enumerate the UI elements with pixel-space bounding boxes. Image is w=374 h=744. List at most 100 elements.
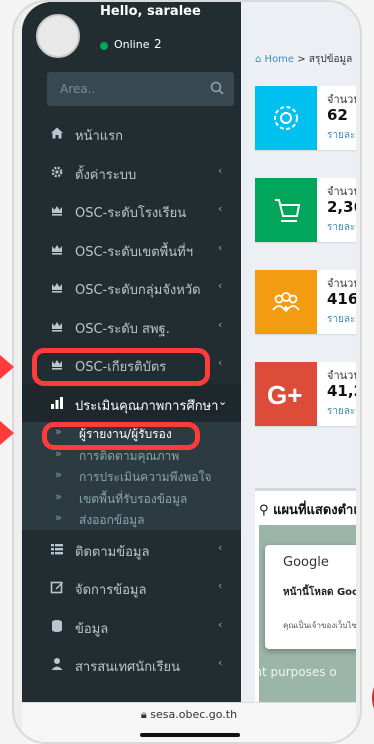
sidebar-item-quality-assessment[interactable]: ประเมินคุณภาพการศึกษา ⌄ xyxy=(22,383,241,422)
chevron-left-icon: ‹ xyxy=(218,279,223,292)
info-box: จำนวน 416, รายละเ xyxy=(255,270,356,334)
info-box-link[interactable]: รายละเ xyxy=(327,220,356,235)
browser-url-bar[interactable]: 🔒︎ sesa.obec.go.th xyxy=(22,702,356,742)
submenu-item-satisfaction[interactable]: » การประเมินความพึงพอใจ xyxy=(22,465,241,487)
map-title: ⚲ แผนที่แสดงตำแ xyxy=(259,503,356,518)
user-status: Online xyxy=(114,38,150,51)
pointer-arrow-icon xyxy=(0,421,14,445)
cart-icon xyxy=(275,199,301,222)
sidebar-item-home[interactable]: หน้าแรก xyxy=(22,114,241,153)
sidebar-item-label: จัดการข้อมูล xyxy=(75,583,147,598)
edit-icon xyxy=(50,581,63,594)
screenshot-stage: Hello, saralee Online 2 Area.. หน้าแรก ต… xyxy=(0,0,374,744)
breadcrumb-home[interactable]: ⌂ Home xyxy=(255,54,297,65)
info-box-value: 62 xyxy=(327,106,348,124)
chevron-left-icon: ‹ xyxy=(218,202,223,215)
info-box-link[interactable]: รายละเ xyxy=(327,312,356,327)
url-text: 🔒︎ sesa.obec.go.th xyxy=(140,708,238,721)
pointer-arrow-icon xyxy=(0,355,14,379)
sidebar-item-label: ติดตามข้อมูล xyxy=(75,544,150,560)
highlight-ring xyxy=(32,348,210,386)
sidebar-item-osc-province[interactable]: OSC-ระดับกลุ่มจังหวัด ‹ xyxy=(22,268,241,307)
user-icon xyxy=(51,658,63,670)
chevron-left-icon: ‹ xyxy=(218,317,223,331)
map-watermark: ent purposes o xyxy=(259,665,337,679)
sidebar-item-label: OSC-ระดับโรงเรียน xyxy=(75,206,187,221)
google-logo: Google xyxy=(283,555,329,570)
user-greeting: Hello, saralee xyxy=(100,4,201,19)
breadcrumb: ⌂ Home > สรุปข้อมูล xyxy=(255,52,352,67)
info-box: จำนวน 62 รายละเ xyxy=(255,86,356,150)
sidebar-item-osc-obec[interactable]: OSC-ระดับ สพฐ. ‹ xyxy=(22,307,241,346)
map-pin-icon: ⚲ xyxy=(259,503,269,518)
chevron-left-icon: ‹ xyxy=(218,579,223,592)
info-box-value: 41,2 xyxy=(327,382,356,400)
sidebar-menu: หน้าแรก ตั้งค่าระบบ ‹ OSC-ระดับโรงเรียน … xyxy=(22,114,241,684)
list-icon xyxy=(51,543,63,554)
sidebar-item-tracking[interactable]: ติดตามข้อมูล ‹ xyxy=(22,530,241,569)
info-box-value: 416, xyxy=(327,290,356,308)
user-panel: Hello, saralee Online 2 xyxy=(22,2,241,66)
dialog-owner-question: คุณเป็นเจ้าของเว็บไซ xyxy=(283,621,356,630)
info-box-icon xyxy=(255,86,317,150)
info-box-icon xyxy=(255,178,317,242)
breadcrumb-current: สรุปข้อมูล xyxy=(308,54,353,65)
info-box: G+ จำนวน 41,2 รายละเ xyxy=(255,362,356,426)
sidebar-item-label: หน้าแรก xyxy=(75,129,123,144)
phone-frame: Hello, saralee Online 2 Area.. หน้าแรก ต… xyxy=(12,0,362,744)
map-view[interactable]: Google หน้านี้โหลด Goog คุณเป็นเจ้าของเว… xyxy=(259,525,356,702)
info-box-icon: G+ xyxy=(255,362,317,426)
search-icon[interactable] xyxy=(210,81,224,95)
submenu-item-export[interactable]: » ส่งออกข้อมูล xyxy=(22,508,241,530)
double-chevron-icon: » xyxy=(55,468,62,481)
search-input[interactable]: Area.. xyxy=(60,82,95,96)
sidebar-item-label: OSC-ระดับ สพฐ. xyxy=(75,321,170,337)
info-box-link[interactable]: รายละเ xyxy=(327,128,356,143)
dialog-message: หน้านี้โหลด Goog xyxy=(283,587,356,598)
double-chevron-icon: » xyxy=(55,489,62,503)
database-icon xyxy=(52,619,62,632)
sidebar-item-settings[interactable]: ตั้งค่าระบบ ‹ xyxy=(22,153,241,192)
sidebar-item-label: ตั้งค่าระบบ xyxy=(75,167,137,183)
chevron-left-icon: ‹ xyxy=(218,240,223,254)
home-icon xyxy=(51,127,63,139)
submenu-item-label: เขตพื้นที่รับรองข้อมูล xyxy=(79,491,188,506)
breadcrumb-separator: > xyxy=(297,54,306,65)
sidebar-item-data[interactable]: ข้อมูล ‹ xyxy=(22,607,241,646)
chevron-down-icon: ⌄ xyxy=(218,394,228,408)
google-plus-icon: G+ xyxy=(267,380,302,410)
users-icon xyxy=(272,292,300,313)
submenu-item-label: การประเมินความพึงพอใจ xyxy=(79,470,212,484)
sidebar-item-label: OSC-ระดับกลุ่มจังหวัด xyxy=(75,283,201,298)
sidebar-item-osc-school[interactable]: OSC-ระดับโรงเรียน ‹ xyxy=(22,191,241,230)
lock-icon: 🔒︎ xyxy=(140,708,147,721)
submenu-item-area-certify[interactable]: » เขตพื้นที่รับรองข้อมูล xyxy=(22,487,241,509)
gear-icon xyxy=(274,106,298,130)
sidebar-item-student-info[interactable]: สารสนเทศนักเรียน ‹ xyxy=(22,645,241,684)
sidebar-item-label: ข้อมูล xyxy=(75,621,109,637)
double-chevron-icon: » xyxy=(55,511,62,524)
sidebar-item-manage[interactable]: จัดการข้อมูล ‹ xyxy=(22,568,241,607)
info-box: จำนวน 2,36 รายละเ xyxy=(255,178,356,242)
chevron-left-icon: ‹ xyxy=(218,656,223,669)
crown-icon xyxy=(52,206,62,216)
submenu-item-label: ส่งออกข้อมูล xyxy=(79,513,145,527)
info-box-icon xyxy=(255,270,317,334)
chevron-left-icon: ‹ xyxy=(218,163,223,177)
crown-icon xyxy=(52,244,62,255)
map-panel: ⚲ แผนที่แสดงตำแ Google หน้านี้โหลด Goog … xyxy=(255,488,356,702)
svg-text:G+: G+ xyxy=(267,380,302,410)
chevron-left-icon: ‹ xyxy=(218,540,223,554)
phone-screen: Hello, saralee Online 2 Area.. หน้าแรก ต… xyxy=(22,2,356,702)
online-count: 2 xyxy=(154,37,162,51)
home-icon: ⌂ xyxy=(255,54,262,65)
gear-icon xyxy=(51,166,63,177)
highlight-ring xyxy=(42,422,200,450)
chevron-left-icon: ‹ xyxy=(218,356,223,369)
sidebar-item-label: ประเมินคุณภาพการศึกษา xyxy=(75,398,219,414)
sidebar-item-osc-area[interactable]: OSC-ระดับเขตพื้นที่ฯ ‹ xyxy=(22,230,241,269)
info-box-link[interactable]: รายละเ xyxy=(327,404,356,419)
sidebar-item-label: สารสนเทศนักเรียน xyxy=(75,660,180,675)
online-status-icon xyxy=(100,42,108,50)
sidebar-search[interactable]: Area.. xyxy=(47,72,234,106)
